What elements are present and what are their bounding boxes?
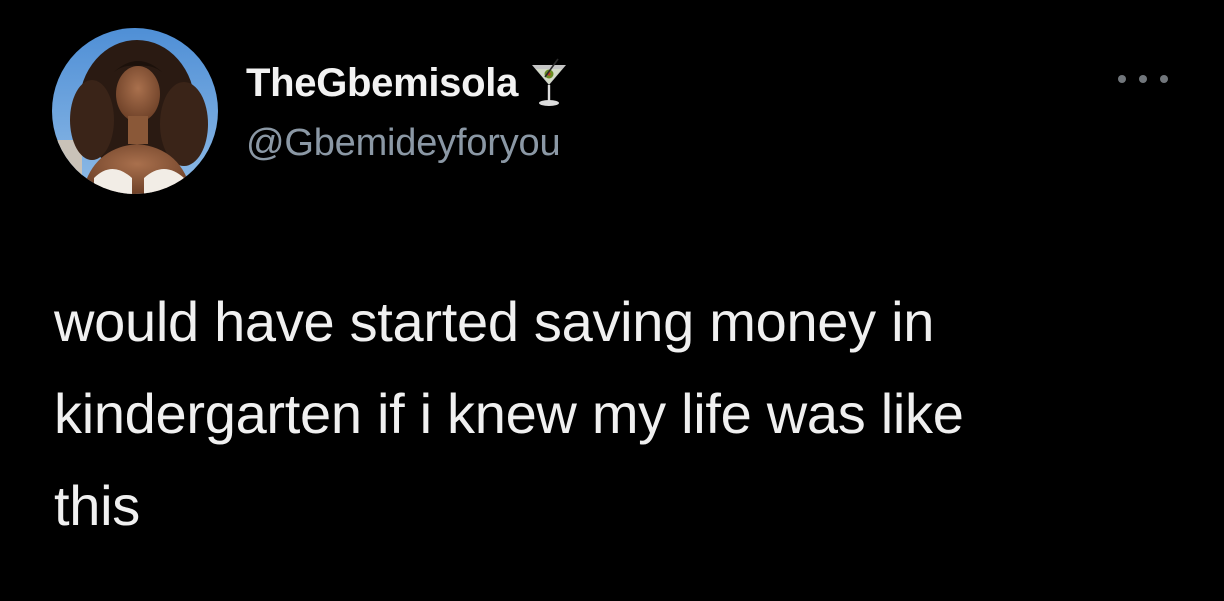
tweet-card: TheGbemisola @Gbemideyforyou would have … xyxy=(0,0,1224,601)
tweet-text-line: this xyxy=(54,474,140,537)
more-dot-icon xyxy=(1160,75,1168,83)
avatar-image xyxy=(52,28,218,194)
user-handle[interactable]: @Gbemideyforyou xyxy=(246,122,561,165)
tweet-text: would have started saving money in kinde… xyxy=(54,276,1174,552)
display-name[interactable]: TheGbemisola xyxy=(246,61,518,106)
tweet-text-line: kindergarten if i knew my life was like xyxy=(54,382,964,445)
more-options-button[interactable] xyxy=(1118,68,1168,90)
avatar[interactable] xyxy=(52,28,218,194)
more-dot-icon xyxy=(1118,75,1126,83)
tweet-text-line: would have started saving money in xyxy=(54,290,935,353)
author-name-row[interactable]: TheGbemisola xyxy=(246,58,570,108)
cocktail-glass-icon xyxy=(528,57,570,109)
more-dot-icon xyxy=(1139,75,1147,83)
